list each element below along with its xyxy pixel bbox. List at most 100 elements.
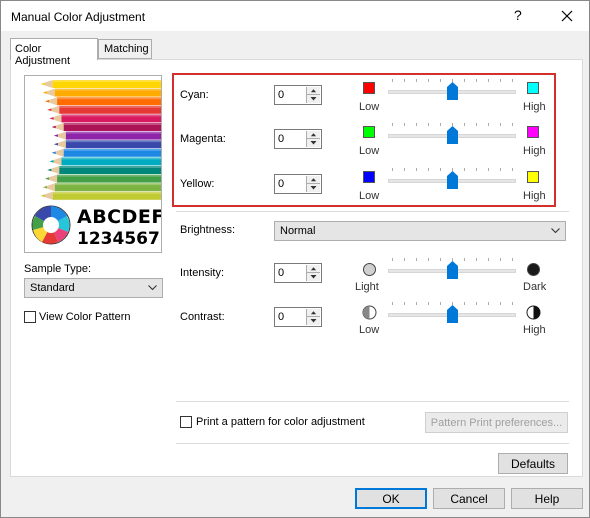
slider-thumb[interactable] [447, 171, 458, 189]
pencil-shine [63, 148, 161, 151]
pencil-lead [40, 194, 45, 198]
pencil-shine [63, 123, 161, 125]
tab-color-adjustment[interactable]: Color Adjustment [10, 38, 98, 67]
spin-down-icon[interactable] [307, 184, 320, 192]
defaults-button[interactable]: Defaults [498, 453, 568, 474]
contrast-high-icon [526, 305, 541, 320]
ok-button[interactable]: OK [355, 488, 427, 509]
yellow-label: Yellow: [180, 178, 215, 190]
pencil-lead [51, 151, 56, 155]
slider-tick [440, 168, 441, 171]
help-button[interactable]: ? [514, 7, 522, 23]
slider-tick [476, 123, 477, 126]
cyan-high-swatch [527, 82, 539, 94]
pencil-shine [57, 97, 161, 100]
magenta-low-swatch [363, 126, 375, 138]
pencil-lead [49, 117, 54, 120]
slider-tick [416, 79, 417, 82]
spin-buttons [306, 176, 320, 192]
brightness-label: Brightness: [180, 224, 236, 236]
slider-tick [392, 168, 393, 171]
contrast-slider[interactable] [388, 299, 516, 329]
pencil-shine [57, 174, 161, 177]
spin-down-icon[interactable] [307, 273, 320, 281]
slider-tick [464, 123, 465, 126]
cyan-slider[interactable] [388, 76, 516, 106]
contrast-spinbox[interactable]: 0 [274, 307, 322, 327]
intensity-label: Intensity: [180, 267, 225, 279]
separator [176, 401, 569, 402]
spin-down-icon[interactable] [307, 139, 320, 147]
magenta-high-label: High [523, 145, 546, 157]
pencil-lead [53, 134, 58, 137]
spin-down-icon[interactable] [307, 317, 320, 325]
slider-thumb[interactable] [447, 126, 458, 144]
cyan-low-label: Low [359, 101, 380, 113]
cancel-button[interactable]: Cancel [433, 488, 505, 509]
magenta-spinbox[interactable]: 0 [274, 129, 322, 149]
spin-up-icon[interactable] [307, 176, 320, 184]
slider-tick [440, 302, 441, 305]
brightness-dropdown[interactable]: Normal [274, 221, 566, 241]
yellow-spinbox[interactable]: 0 [274, 174, 322, 194]
color-adjustment-panel: ABCDEF 1234567 Sample Type: Standard Vie… [10, 59, 583, 477]
pencil-lead [47, 168, 52, 172]
slider-thumb[interactable] [447, 261, 458, 279]
yellow-low-swatch [363, 171, 375, 183]
intensity-low-label: Light [355, 281, 379, 293]
spin-up-icon[interactable] [307, 309, 320, 317]
sample-type-label: Sample Type: [24, 263, 92, 275]
brightness-value: Normal [280, 225, 316, 237]
close-icon[interactable] [556, 6, 578, 26]
spin-down-icon[interactable] [307, 95, 320, 103]
yellow-value: 0 [278, 178, 285, 190]
slider-tick [404, 79, 405, 82]
intensity-spinbox[interactable]: 0 [274, 263, 322, 283]
cyan-spinbox[interactable]: 0 [274, 85, 322, 105]
slider-tick [500, 123, 501, 126]
contrast-value: 0 [278, 311, 285, 323]
slider-tick [404, 168, 405, 171]
pencil-lead [42, 91, 47, 94]
slider-tick [512, 258, 513, 261]
intensity-slider[interactable] [388, 255, 516, 285]
contrast-low-icon [362, 305, 377, 320]
magenta-slider[interactable] [388, 120, 516, 150]
slider-tick [392, 258, 393, 261]
preview-digits: 1234567 [77, 229, 160, 249]
slider-tick [464, 79, 465, 82]
slider-tick [440, 258, 441, 261]
pencil-lead [51, 125, 56, 129]
slider-thumb[interactable] [447, 305, 458, 323]
spin-up-icon[interactable] [307, 265, 320, 273]
pattern-print-preferences-button[interactable]: Pattern Print preferences... [425, 412, 568, 433]
sample-type-dropdown[interactable]: Standard [24, 278, 163, 298]
slider-tick [476, 168, 477, 171]
view-color-pattern-checkbox[interactable] [24, 311, 36, 323]
slider-tick [488, 123, 489, 126]
slider-thumb[interactable] [447, 82, 458, 100]
spin-buttons [306, 131, 320, 147]
print-pattern-checkbox[interactable] [180, 416, 192, 428]
window-title: Manual Color Adjustment [11, 10, 146, 24]
tab-matching[interactable]: Matching [98, 39, 152, 59]
print-pattern-label: Print a pattern for color adjustment [196, 416, 365, 428]
slider-tick [476, 258, 477, 261]
help-bottom-button[interactable]: Help [511, 488, 583, 509]
spin-up-icon[interactable] [307, 87, 320, 95]
manual-color-adjustment-dialog: Manual Color Adjustment ? Color Adjustme… [0, 0, 590, 518]
slider-tick [416, 258, 417, 261]
slider-tick [464, 168, 465, 171]
pencil-lead [53, 142, 58, 146]
spin-up-icon[interactable] [307, 131, 320, 139]
slider-tick [416, 168, 417, 171]
magenta-label: Magenta: [180, 133, 226, 145]
dark-icon [527, 263, 540, 276]
color-wheel-icon [31, 205, 71, 245]
slider-tick [500, 168, 501, 171]
pencil-lead [47, 108, 52, 112]
pencil-lead [45, 177, 50, 180]
yellow-slider[interactable] [388, 165, 516, 195]
chevron-down-icon [551, 228, 560, 234]
slider-tick [464, 302, 465, 305]
